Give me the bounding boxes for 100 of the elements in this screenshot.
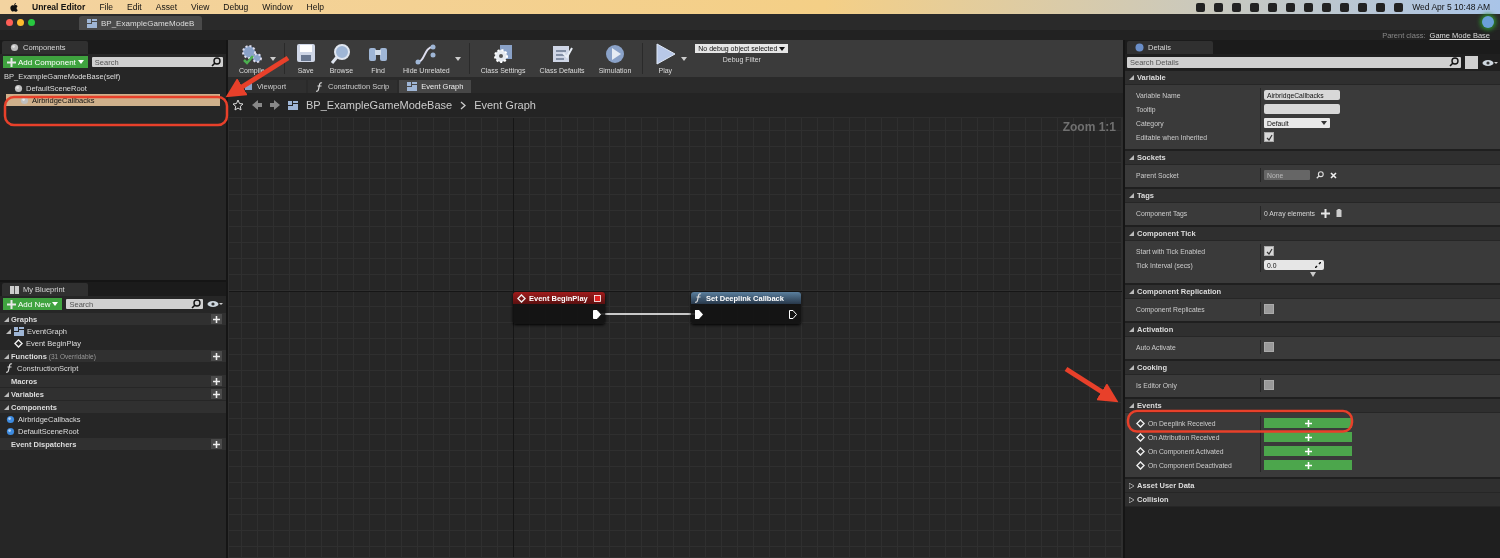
star-icon[interactable]: [232, 99, 244, 111]
close-icon[interactable]: [6, 18, 13, 26]
component-sphere-icon: [6, 414, 15, 424]
graph-icon: [288, 100, 298, 110]
breadcrumb-item[interactable]: BP_ExampleGameModeBase: [306, 99, 453, 111]
breadcrumb-item[interactable]: Event Graph: [474, 99, 536, 111]
checkbox[interactable]: [1264, 304, 1274, 314]
expand-arrow-icon[interactable]: [1129, 193, 1134, 198]
plus-icon: [1304, 419, 1312, 427]
function-icon: [316, 81, 324, 92]
arrow-annotation: [1064, 366, 1119, 403]
checkbox[interactable]: [1264, 380, 1274, 390]
text-field[interactable]: [1264, 104, 1340, 114]
expand-arrow-icon[interactable]: [1129, 75, 1134, 80]
caret-icon[interactable]: [269, 56, 276, 61]
search-icon[interactable]: [1449, 57, 1459, 67]
graph-icon: [14, 326, 24, 336]
checkmark-icon: [1265, 247, 1273, 255]
add-button[interactable]: [211, 314, 222, 324]
play-icon: [654, 43, 677, 65]
checkbox[interactable]: [1264, 132, 1274, 142]
advanced-arrow-icon[interactable]: [1309, 272, 1316, 277]
menu-item[interactable]: View: [191, 2, 210, 12]
expand-arrow-icon[interactable]: [1129, 327, 1134, 332]
clear-icon[interactable]: [1330, 171, 1337, 179]
function-icon: [695, 293, 703, 303]
eye-icon[interactable]: [207, 300, 223, 308]
expand-arrow-icon[interactable]: [4, 404, 9, 410]
menu-item[interactable]: Asset: [155, 2, 177, 12]
expand-arrow-icon[interactable]: [1129, 289, 1134, 294]
event-diamond-icon: [14, 338, 23, 348]
plus-icon: [1304, 447, 1312, 455]
collapsed-arrow-icon[interactable]: [1129, 482, 1134, 489]
expand-arrow-icon[interactable]: [1129, 403, 1134, 408]
component-sphere-icon: [14, 83, 23, 93]
menu-item[interactable]: Window: [262, 2, 293, 12]
component-sphere-icon: [6, 426, 15, 436]
logo-icon[interactable]: [1482, 16, 1494, 28]
exec-pin-icon[interactable]: [789, 309, 797, 319]
plus-icon: [1304, 433, 1312, 441]
chevron-icon: [460, 100, 467, 110]
search-icon[interactable]: [211, 57, 221, 67]
function-icon: [6, 363, 14, 373]
eye-icon[interactable]: [1482, 58, 1498, 67]
add-button[interactable]: [211, 351, 222, 361]
caret-icon[interactable]: [681, 56, 688, 61]
checkbox[interactable]: [1264, 342, 1274, 352]
add-button[interactable]: [211, 376, 222, 386]
expand-arrow-icon[interactable]: [4, 353, 9, 359]
search-icon[interactable]: [191, 299, 201, 309]
plus-icon: [213, 377, 220, 385]
back-arrow-icon[interactable]: [252, 100, 262, 110]
app-name[interactable]: Unreal Editor: [32, 2, 86, 12]
expand-arrow-icon[interactable]: [1129, 231, 1134, 236]
checkbox[interactable]: [1264, 246, 1274, 256]
document-tab[interactable]: BP_ExampleGameModeB: [79, 16, 203, 30]
graph-icon: [407, 82, 418, 91]
component-sphere-icon: [10, 43, 19, 52]
exec-pin-icon[interactable]: [695, 309, 703, 319]
resize-icon[interactable]: [1315, 262, 1321, 268]
plus-icon: [213, 390, 220, 398]
collapsed-arrow-icon[interactable]: [1129, 496, 1134, 503]
maximize-icon[interactable]: [28, 18, 35, 26]
arrow-annotation: [225, 55, 290, 98]
add-button[interactable]: [211, 389, 222, 399]
caret-icon[interactable]: [1321, 121, 1327, 125]
book-icon: [10, 285, 19, 294]
trash-icon[interactable]: [1336, 209, 1342, 217]
menu-item[interactable]: Debug: [223, 2, 249, 12]
menu-item[interactable]: Edit: [127, 2, 142, 12]
gear-icon: [492, 43, 515, 65]
forward-arrow-icon[interactable]: [270, 100, 280, 110]
expand-arrow-icon[interactable]: [6, 328, 11, 334]
clock[interactable]: Wed Apr 5 10:48 AM: [1412, 2, 1490, 12]
event-diamond-icon: [517, 293, 526, 303]
expand-arrow-icon[interactable]: [1129, 155, 1134, 160]
caret-icon[interactable]: [454, 56, 461, 61]
minimize-icon[interactable]: [17, 18, 24, 26]
caret-icon[interactable]: [779, 46, 786, 51]
plus-icon[interactable]: [1321, 208, 1330, 218]
viewport-icon: [244, 82, 253, 91]
delegate-pin-icon[interactable]: [594, 294, 601, 302]
component-sphere-icon: [20, 95, 29, 105]
expand-arrow-icon[interactable]: [4, 316, 9, 322]
menu-item[interactable]: Help: [306, 2, 325, 12]
plus-icon: [213, 315, 220, 323]
plus-icon: [213, 440, 220, 448]
apple-icon[interactable]: [10, 2, 18, 12]
gears-icon: [239, 43, 264, 65]
search-icon[interactable]: [1316, 171, 1324, 179]
zoom-level: Zoom 1:1: [1062, 120, 1116, 134]
expand-arrow-icon[interactable]: [1129, 365, 1134, 370]
plus-icon: [1304, 461, 1312, 469]
menu-item[interactable]: File: [99, 2, 114, 12]
exec-pin-icon[interactable]: [593, 309, 601, 319]
add-button[interactable]: [211, 439, 222, 449]
expand-arrow-icon[interactable]: [4, 391, 9, 397]
plus-icon: [213, 352, 220, 360]
node-path-icon: [415, 43, 438, 65]
simulation-icon: [603, 43, 626, 65]
